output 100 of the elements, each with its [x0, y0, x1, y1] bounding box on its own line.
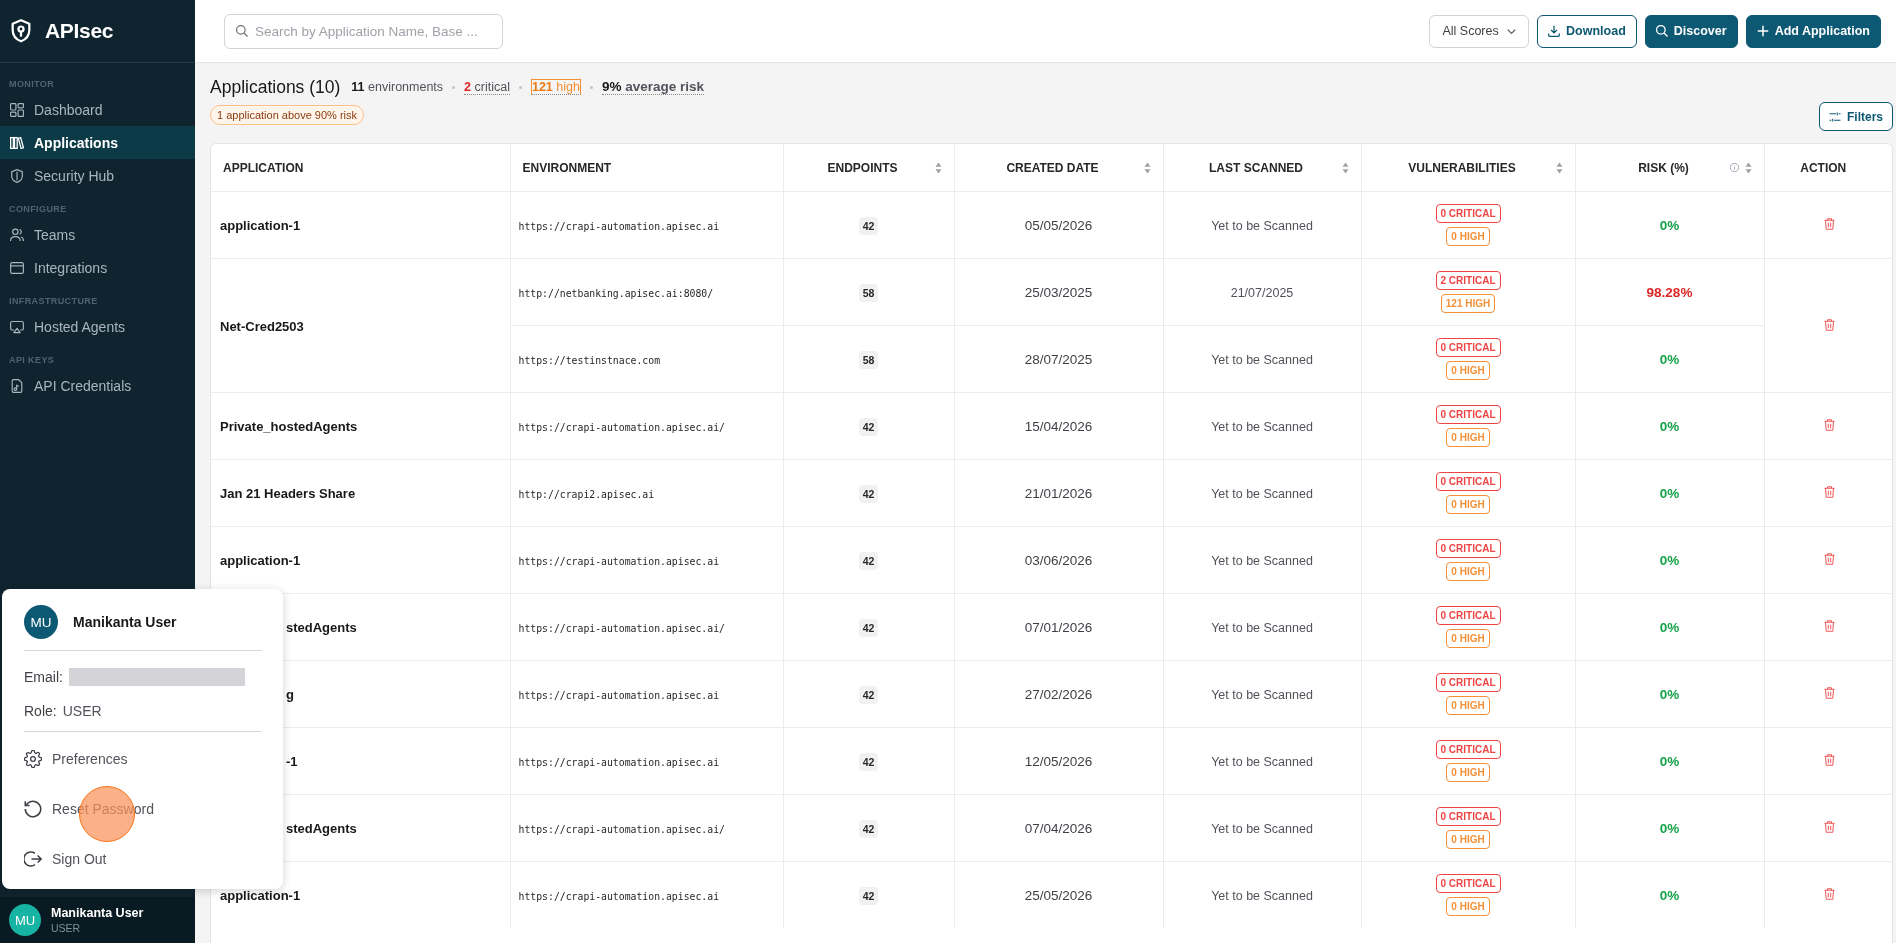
last-scanned: Yet to be Scanned	[1211, 420, 1313, 434]
sidebar-item[interactable]: Hosted Agents	[0, 310, 195, 343]
environment-url: https://crapi-automation.apisec.ai/	[518, 422, 725, 433]
sort-icon[interactable]	[1744, 161, 1752, 174]
user-name: Manikanta User	[73, 614, 177, 630]
application-name[interactable]: -1	[286, 754, 298, 769]
application-name[interactable]: application-1	[220, 888, 301, 903]
created-date: 15/04/2026	[1024, 419, 1093, 434]
environment-url: https://crapi-automation.apisec.ai/	[518, 824, 725, 835]
trash-icon[interactable]	[1823, 553, 1835, 565]
critical-count-badge: 0 CRITICAL	[1435, 539, 1501, 558]
summary-stat: 11 environments	[351, 80, 444, 94]
discover-button[interactable]: Discover	[1644, 14, 1738, 48]
application-name[interactable]: Net-Cred2503	[220, 318, 304, 334]
trash-icon[interactable]	[1823, 218, 1835, 230]
section-label: INFRASTRUCTURE	[8, 295, 99, 308]
application-name[interactable]: application-1	[220, 218, 301, 233]
search-field[interactable]: Search by Application Name, Base ...	[224, 13, 503, 49]
column-header: VULNERABILITIES	[1408, 160, 1516, 175]
user-profile-bar[interactable]: MU Manikanta User USER	[0, 897, 195, 943]
grid-icon	[10, 102, 24, 117]
last-scanned: Yet to be Scanned	[1211, 822, 1313, 836]
add-application-button[interactable]: Add Application	[1745, 14, 1881, 48]
document-icon	[10, 378, 24, 393]
user-role: USER	[51, 922, 82, 934]
sidebar-item[interactable]: Teams	[0, 218, 195, 251]
application-name[interactable]: stedAgents	[286, 620, 357, 635]
monitor-icon	[10, 319, 24, 334]
created-date: 28/07/2025	[1024, 352, 1093, 367]
sort-icon[interactable]	[934, 161, 942, 174]
application-name[interactable]: g	[286, 687, 294, 702]
environment-url: https://crapi-automation.apisec.ai	[518, 690, 720, 701]
reset-icon	[24, 800, 42, 818]
high-count-badge: 121 HIGH	[1440, 294, 1496, 313]
trash-icon[interactable]	[1823, 754, 1835, 766]
last-scanned: 21/07/2025	[1230, 286, 1294, 300]
sidebar-item[interactable]: Security Hub	[0, 159, 195, 192]
sidebar-item[interactable]: Applications	[0, 126, 195, 159]
search-icon	[1655, 25, 1668, 37]
section-label: CONFIGURE	[8, 203, 68, 216]
environment-url: https://crapi-automation.apisec.ai	[518, 757, 720, 768]
trash-icon[interactable]	[1823, 821, 1835, 833]
risk-value: 0%	[1659, 754, 1680, 769]
trash-icon[interactable]	[1823, 888, 1835, 900]
trash-icon[interactable]	[1823, 687, 1835, 699]
trash-icon[interactable]	[1823, 419, 1835, 431]
risk-value: 0%	[1659, 419, 1680, 434]
column-header: ENDPOINTS	[827, 160, 898, 175]
high-count-badge: 0 HIGH	[1446, 361, 1490, 380]
created-date: 03/06/2026	[1024, 553, 1093, 568]
sign-out-icon	[24, 850, 42, 868]
critical-count-badge: 2 CRITICAL	[1435, 271, 1501, 290]
trash-icon[interactable]	[1823, 620, 1835, 632]
created-date: 21/01/2026	[1024, 486, 1093, 501]
sort-icon[interactable]	[1143, 161, 1151, 174]
trash-icon[interactable]	[1823, 318, 1835, 331]
critical-count-badge: 0 CRITICAL	[1435, 472, 1501, 491]
created-date: 05/05/2026	[1024, 218, 1093, 233]
download-button[interactable]: Download	[1537, 14, 1637, 48]
risk-value: 0%	[1659, 888, 1680, 903]
sidebar-item[interactable]: Dashboard	[0, 93, 195, 126]
application-name[interactable]: application-1	[220, 553, 301, 568]
user-avatar: MU	[9, 904, 41, 936]
summary-stat: 2 critical	[464, 79, 510, 95]
field-label: Email:	[24, 669, 63, 685]
endpoint-count: 58	[858, 283, 879, 302]
shield-icon	[10, 168, 24, 183]
environment-url: https://testinstnace.com	[518, 355, 661, 366]
risk-alert-badge: 1 application above 90% risk	[210, 105, 365, 125]
sidebar-item[interactable]: Integrations	[0, 251, 195, 284]
sort-icon[interactable]	[1341, 161, 1349, 174]
plus-icon	[1756, 25, 1769, 37]
sort-icon[interactable]	[1555, 161, 1563, 174]
application-name[interactable]: stedAgents	[286, 821, 357, 836]
created-date: 07/04/2026	[1024, 821, 1093, 836]
risk-value: 0%	[1659, 687, 1680, 702]
brand-name: APIsec	[45, 19, 114, 43]
summary-stat: 121 high	[530, 79, 581, 95]
application-name[interactable]: Private_hostedAgents	[220, 419, 358, 434]
critical-count-badge: 0 CRITICAL	[1435, 405, 1501, 424]
critical-count-badge: 0 CRITICAL	[1435, 204, 1501, 223]
filters-button[interactable]: Filters	[1819, 102, 1893, 131]
score-filter-dropdown[interactable]: All Scores	[1429, 14, 1530, 48]
separator-dot-icon	[518, 85, 522, 89]
download-icon	[1548, 25, 1561, 37]
high-count-badge: 0 HIGH	[1446, 763, 1490, 782]
critical-count-badge: 0 CRITICAL	[1435, 338, 1501, 357]
critical-count-badge: 0 CRITICAL	[1435, 673, 1501, 692]
info-icon[interactable]	[1729, 163, 1739, 172]
application-name[interactable]: Jan 21 Headers Share	[220, 486, 356, 501]
last-scanned: Yet to be Scanned	[1211, 487, 1313, 501]
sign-out-menu-item[interactable]: Sign Out	[24, 839, 262, 879]
high-count-badge: 0 HIGH	[1446, 897, 1490, 916]
trash-icon[interactable]	[1823, 486, 1835, 498]
critical-count-badge: 0 CRITICAL	[1435, 606, 1501, 625]
preferences-menu-item[interactable]: Preferences	[24, 739, 262, 779]
risk-value: 0%	[1659, 821, 1680, 836]
sidebar-item[interactable]: API Credentials	[0, 369, 195, 402]
environment-url: https://crapi-automation.apisec.ai/	[518, 623, 725, 634]
endpoint-count: 58	[858, 350, 879, 369]
